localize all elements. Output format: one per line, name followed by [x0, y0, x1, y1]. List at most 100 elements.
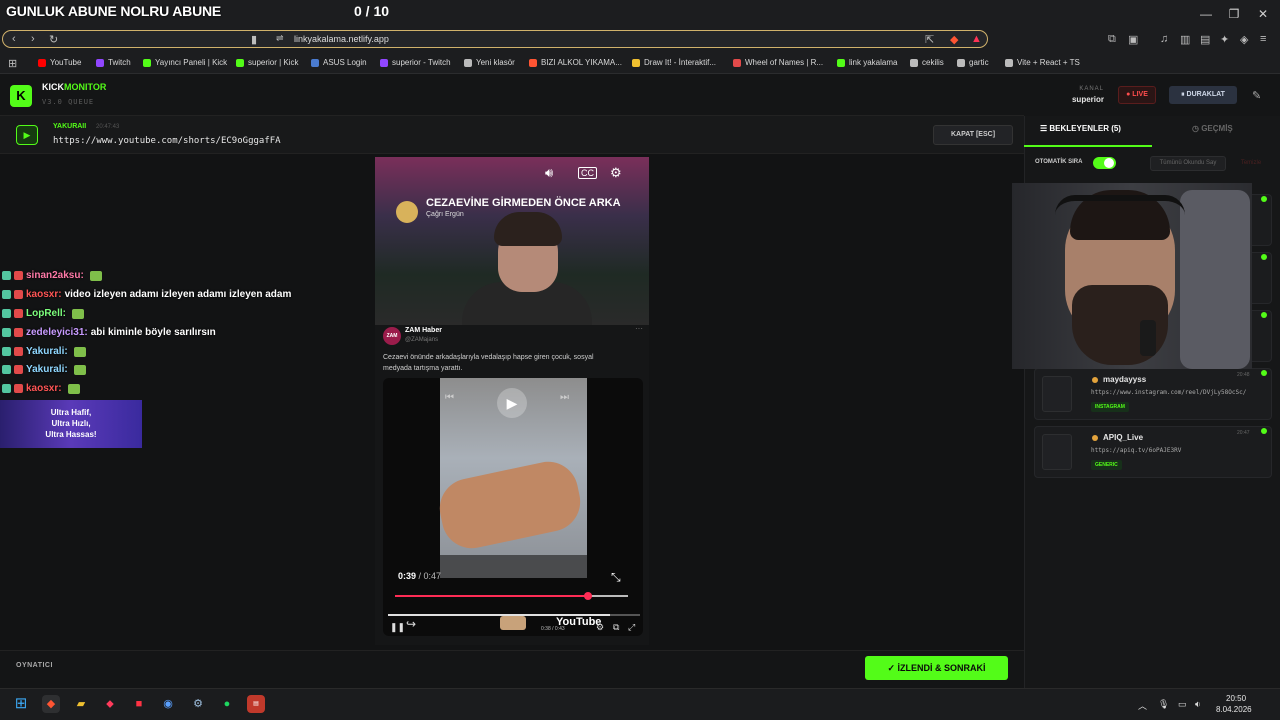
bookmark-item[interactable]: Twitch: [96, 58, 131, 67]
chat-username[interactable]: Yakurali:: [26, 364, 68, 375]
user-status-dot: [1092, 435, 1098, 441]
steam-icon[interactable]: ⚙: [189, 695, 207, 713]
mark-all-read-button[interactable]: Tümünü Okundu Say: [1150, 156, 1226, 171]
share-arrow-icon[interactable]: ↪: [406, 617, 416, 631]
chat-username[interactable]: sinan2aksu:: [26, 270, 84, 281]
bookmark-item[interactable]: link yakalama: [837, 58, 897, 67]
miniplayer-icon[interactable]: ⧉: [613, 622, 619, 633]
chat-badge-icon: [14, 328, 23, 337]
fullscreen-icon[interactable]: ⤡: [611, 570, 621, 585]
back-icon[interactable]: ‹: [12, 33, 16, 45]
close-window-icon[interactable]: ✕: [1255, 6, 1271, 22]
rewards-icon[interactable]: ▲: [971, 33, 982, 45]
thumbnail-preview[interactable]: [500, 616, 526, 630]
bookmark-favicon-icon: [733, 58, 741, 67]
wallet-icon[interactable]: ▤: [1200, 33, 1210, 46]
close-player-button[interactable]: KAPAT [ESC]: [933, 125, 1013, 145]
brave-browser-icon[interactable]: ◆: [42, 695, 60, 713]
spotify-icon[interactable]: ●: [218, 695, 236, 713]
bookmark-item[interactable]: ASUS Login: [311, 58, 367, 67]
bookmark-item[interactable]: YouTube: [38, 58, 81, 67]
mic-icon[interactable]: 🎙︎: [1158, 699, 1169, 710]
pause-button[interactable]: ⏸ DURAKLAT: [1169, 86, 1237, 104]
bookmark-item[interactable]: Wheel of Names | R...: [733, 58, 823, 67]
voicemeeter-icon[interactable]: ▤: [247, 695, 265, 713]
screenshot-icon[interactable]: ▣: [1128, 33, 1138, 46]
watched-next-button[interactable]: ✓ İZLENDİ & SONRAKİ: [865, 656, 1008, 680]
next-icon[interactable]: ⏭: [560, 392, 569, 403]
site-info-icon[interactable]: ⇌: [276, 33, 284, 44]
tray-chevron-icon[interactable]: ︿: [1138, 699, 1147, 712]
record-app-icon[interactable]: ■: [130, 695, 148, 713]
post-handle: @ZAMajans: [405, 337, 439, 343]
now-playing-url[interactable]: https://www.youtube.com/shorts/EC9oGggaf…: [53, 136, 281, 146]
volume-icon[interactable]: 🔊︎: [545, 165, 553, 181]
queue-item-url[interactable]: https://www.instagram.com/reel/DVjLy58Oc…: [1091, 389, 1246, 396]
settings-gear-icon[interactable]: ⚙: [610, 165, 622, 181]
clock-time[interactable]: 20:50: [1226, 694, 1246, 703]
forward-icon[interactable]: ›: [31, 33, 35, 45]
url-input[interactable]: [2, 30, 988, 48]
settings-small-icon[interactable]: ⚙: [596, 622, 604, 633]
bookmark-icon[interactable]: ▮: [251, 33, 257, 46]
app-version: V3.0 QUEUE: [42, 98, 95, 106]
chat-badge-icon: [14, 271, 23, 280]
bookmark-favicon-icon: [632, 58, 640, 67]
expand-icon[interactable]: ⤢: [628, 622, 635, 633]
captions-icon[interactable]: CC: [578, 167, 597, 179]
map-pin-icon[interactable]: ⬥: [101, 695, 119, 713]
media-icon[interactable]: ♫: [1160, 33, 1168, 45]
post-more-icon[interactable]: ···: [635, 324, 643, 333]
globe-app-icon[interactable]: ◉: [159, 695, 177, 713]
speaker-icon[interactable]: 🔉︎: [1195, 699, 1201, 710]
previous-icon[interactable]: ⏮: [445, 392, 454, 403]
bookmark-item[interactable]: superior | Kick: [236, 58, 299, 67]
pause-icon[interactable]: ❚❚: [390, 622, 405, 633]
clear-button[interactable]: Temizle: [1232, 156, 1270, 171]
queue-item-url[interactable]: https://apiq.tv/6oPAJE3RV: [1091, 447, 1181, 454]
chat-username[interactable]: LopRell:: [26, 308, 66, 319]
brand-kick: KICK: [42, 82, 64, 92]
bookmark-item[interactable]: gartic: [957, 58, 989, 67]
windows-start-icon[interactable]: ⊞: [12, 695, 30, 713]
leo-icon[interactable]: ✦: [1220, 33, 1229, 46]
webcam-microphone: [1140, 320, 1156, 356]
sidebar-icon[interactable]: ▥: [1180, 33, 1190, 46]
bookmark-item[interactable]: Draw It! - İnteraktif...: [632, 58, 716, 67]
play-icon[interactable]: ▶: [497, 388, 527, 418]
chat-username[interactable]: Yakurali:: [26, 346, 68, 357]
clock-date[interactable]: 8.04.2026: [1216, 705, 1252, 714]
menu-icon[interactable]: ≡: [1260, 33, 1266, 45]
brave-shield-icon[interactable]: ◆: [950, 33, 958, 46]
chat-username[interactable]: zedeleyici31:: [26, 327, 88, 338]
bookmark-item[interactable]: Vite + React + TS: [1005, 58, 1080, 67]
edit-icon[interactable]: ✎: [1252, 89, 1261, 102]
chat-username[interactable]: kaosxr:: [26, 383, 62, 394]
bookmark-item[interactable]: Yayıncı Paneli | Kick: [143, 58, 227, 67]
share-icon[interactable]: ⇱: [925, 33, 934, 46]
bookmark-label: Vite + React + TS: [1017, 58, 1080, 67]
vpn-icon[interactable]: ◈: [1240, 33, 1248, 46]
apps-grid-icon[interactable]: ⊞: [8, 57, 17, 70]
minimize-icon[interactable]: —: [1198, 6, 1214, 22]
file-explorer-icon[interactable]: ▰: [72, 695, 90, 713]
bookmark-item[interactable]: superior - Twitch: [380, 58, 451, 67]
extensions-icon[interactable]: ⧉: [1108, 33, 1116, 46]
bookmark-label: Yayıncı Paneli | Kick: [155, 58, 228, 67]
time-current: 0:39: [398, 571, 417, 581]
bookmark-item[interactable]: Yeni klasör: [464, 58, 515, 67]
bookmark-item[interactable]: BIZI ALKOL YIKAMA...: [529, 58, 622, 67]
tab-queue[interactable]: ☰ BEKLEYENLER (5): [1040, 124, 1121, 133]
chat-username[interactable]: kaosxr:: [26, 289, 62, 300]
chat-badge-icon: [2, 365, 11, 374]
tab-history[interactable]: ◷ GEÇMİŞ: [1192, 124, 1233, 133]
post-author: ZAM Haber: [405, 327, 442, 334]
reload-icon[interactable]: ↻: [49, 33, 58, 46]
chat-message: sinan2aksu:: [2, 270, 102, 281]
live-button[interactable]: ● LIVE: [1118, 86, 1156, 104]
promo-line-3: Ultra Hassas!: [45, 430, 97, 439]
promo-line-1: Ultra Hafif,: [50, 408, 92, 417]
network-icon[interactable]: ▭: [1178, 699, 1187, 710]
bookmark-item[interactable]: cekilis: [910, 58, 944, 67]
maximize-icon[interactable]: ❐: [1226, 6, 1242, 22]
